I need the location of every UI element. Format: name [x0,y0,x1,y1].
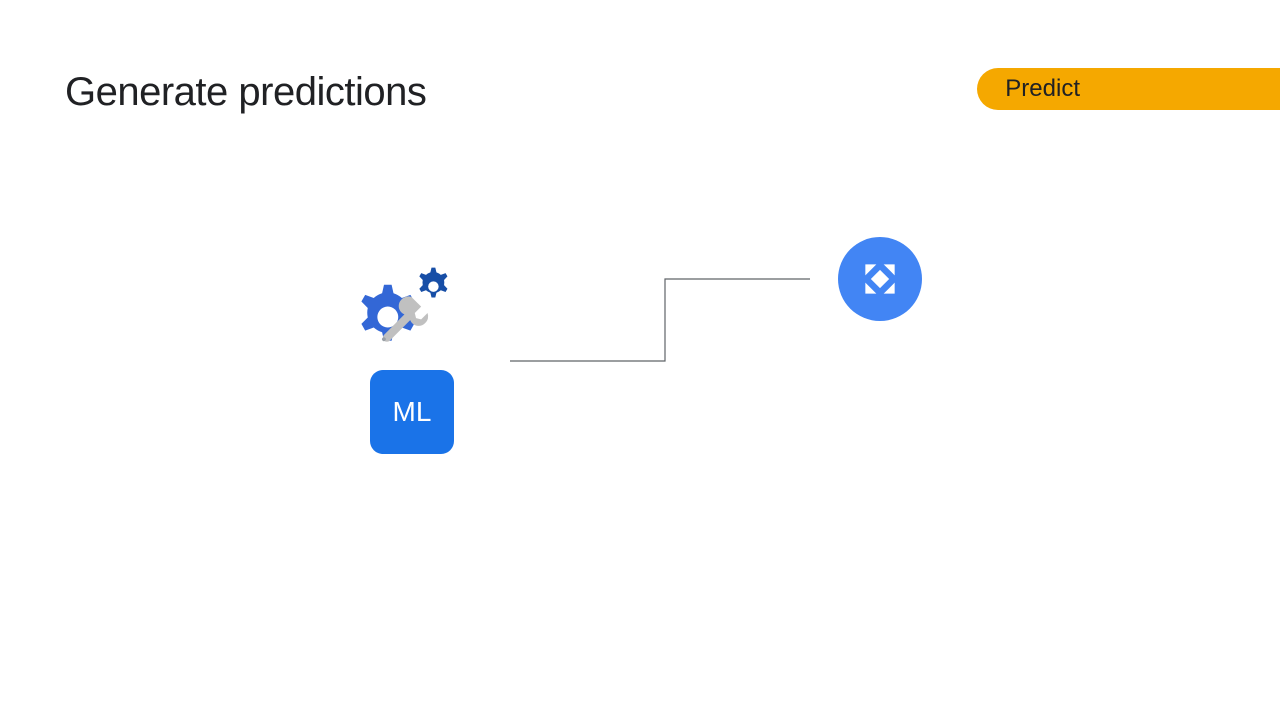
connector-line [510,277,810,367]
expand-arrows-icon [858,257,902,301]
ml-block: ML [370,370,454,454]
ml-block-label: ML [393,396,432,428]
destination-node [838,237,922,321]
predict-badge: Predict [977,68,1280,110]
gears-wrench-icon [355,260,470,355]
page-title: Generate predictions [65,70,426,115]
